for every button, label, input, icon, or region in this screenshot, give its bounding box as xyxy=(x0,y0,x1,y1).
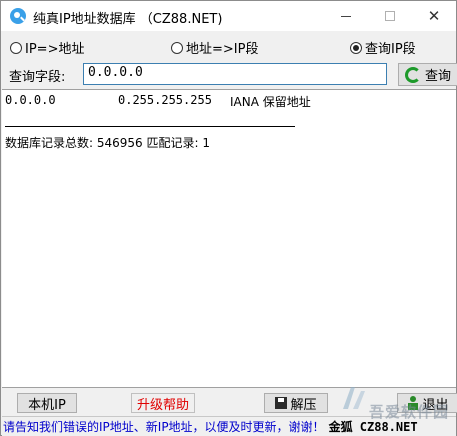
minimize-button[interactable] xyxy=(324,1,368,31)
extract-button[interactable]: 解压 xyxy=(264,393,328,413)
upgrade-help-label: 升级帮助 xyxy=(136,397,189,413)
result-ip: 0.0.0.0 xyxy=(5,93,56,107)
maximize-button[interactable] xyxy=(368,1,412,31)
status-message[interactable]: 请告知我们错误的IP地址、新IP地址，以便及时更新，谢谢！ xyxy=(2,418,325,435)
result-description: IANA 保留地址 xyxy=(230,95,311,109)
extract-label: 解压 xyxy=(290,397,317,413)
exit-button[interactable]: 退出 xyxy=(397,393,457,413)
query-field-label: 查询字段: xyxy=(9,70,66,85)
app-window: 纯真IP地址数据库 （CZ88.NET) ✕ IP=>地址 地址=>IP段 查询… xyxy=(0,0,457,436)
query-button-label: 查询 xyxy=(425,69,452,84)
disk-icon xyxy=(275,397,288,409)
title-bar[interactable]: 纯真IP地址数据库 （CZ88.NET) ✕ xyxy=(1,1,456,31)
upgrade-help-button[interactable]: 升级帮助 xyxy=(131,393,195,413)
radio-address-to-ip-range[interactable]: 地址=>IP段 xyxy=(171,38,258,57)
result-separator xyxy=(5,126,295,127)
local-ip-label: 本机IP xyxy=(28,397,66,413)
radio-query-ip-range[interactable]: 查询IP段 xyxy=(350,38,416,57)
radio-label: 查询IP段 xyxy=(365,42,416,57)
exit-label: 退出 xyxy=(422,397,449,413)
query-button[interactable]: 查询 xyxy=(398,63,457,86)
radio-label: 地址=>IP段 xyxy=(186,42,259,57)
status-bar: 请告知我们错误的IP地址、新IP地址，以便及时更新，谢谢！ 金狐 CZ88.NE… xyxy=(2,416,456,436)
app-search-icon xyxy=(10,8,26,24)
minimize-icon xyxy=(341,15,351,17)
close-icon: ✕ xyxy=(427,7,441,25)
radio-circle[interactable] xyxy=(10,41,22,54)
maximize-icon xyxy=(385,11,395,21)
close-button[interactable]: ✕ xyxy=(412,1,456,31)
result-summary: 数据库记录总数: 546956 匹配记录: 1 xyxy=(5,136,210,150)
refresh-icon xyxy=(405,66,421,83)
radio-ip-to-address[interactable]: IP=>地址 xyxy=(10,38,84,57)
result-mask: 0.255.255.255 xyxy=(118,93,212,107)
window-title: 纯真IP地址数据库 （CZ88.NET) xyxy=(33,12,223,27)
exit-person-icon xyxy=(407,396,419,410)
radio-label: IP=>地址 xyxy=(25,42,85,57)
query-input[interactable]: 0.0.0.0 xyxy=(83,63,387,85)
results-area[interactable]: 0.0.0.0 0.255.255.255 IANA 保留地址 数据库记录总数:… xyxy=(2,89,456,388)
radio-circle-checked[interactable] xyxy=(350,41,362,54)
query-mode-group: IP=>地址 地址=>IP段 查询IP段 xyxy=(1,38,456,58)
status-credit: 金狐 CZ88.NET xyxy=(328,420,418,434)
local-ip-button[interactable]: 本机IP xyxy=(17,393,77,413)
radio-circle[interactable] xyxy=(171,41,183,54)
